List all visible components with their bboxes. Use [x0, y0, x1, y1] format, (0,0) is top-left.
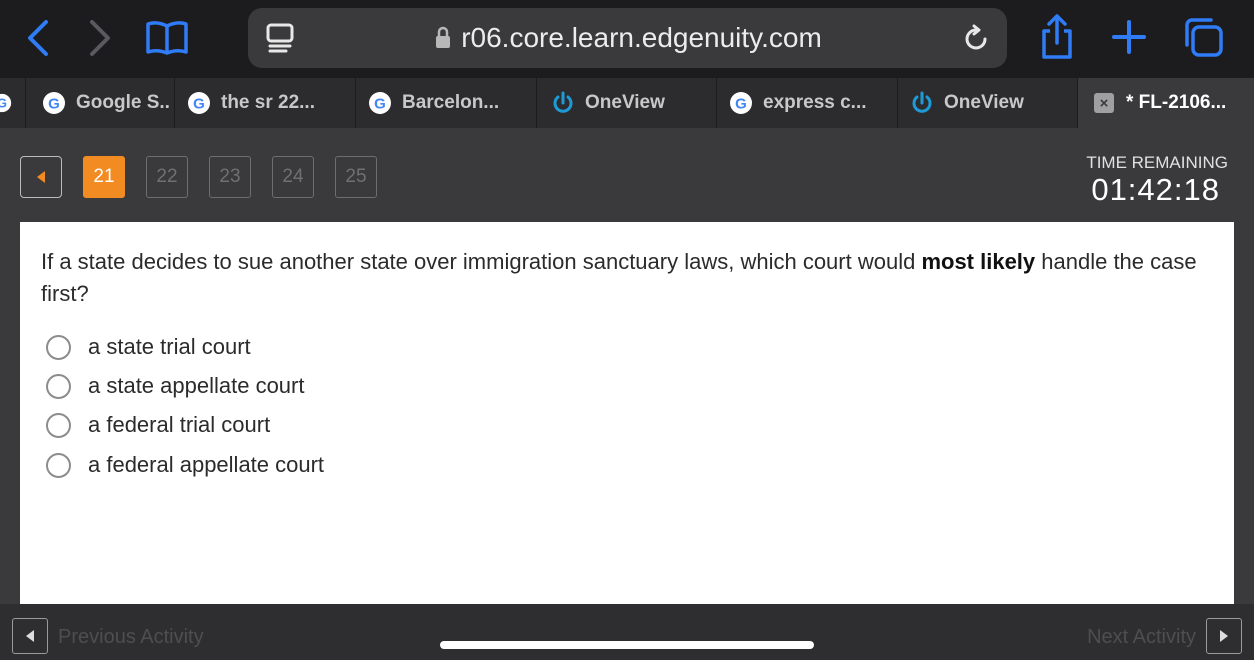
answer-choice-3[interactable]: a federal trial court — [46, 410, 270, 440]
lock-icon — [436, 26, 451, 48]
url-display[interactable]: r06.core.learn.edgenuity.com — [248, 8, 1007, 68]
tab-label: * FL-2106... — [1126, 92, 1227, 113]
plus-icon — [1112, 20, 1146, 54]
question-panel: If a state decides to sue another state … — [20, 222, 1234, 604]
question-number-24[interactable]: 24 — [272, 156, 314, 198]
google-icon: G — [729, 91, 753, 115]
reload-icon — [965, 24, 987, 50]
tab-label: express c... — [763, 92, 867, 113]
svg-text:G: G — [193, 96, 205, 113]
answer-choice-4[interactable]: a federal appellate court — [46, 450, 324, 480]
radio-button[interactable] — [46, 334, 71, 360]
share-button[interactable] — [1034, 12, 1080, 62]
question-number-25[interactable]: 25 — [335, 156, 377, 198]
book-icon — [146, 21, 188, 55]
home-indicator — [440, 641, 814, 649]
reload-button[interactable] — [959, 22, 993, 56]
address-bar[interactable]: r06.core.learn.edgenuity.com — [248, 8, 1007, 68]
google-icon: G — [368, 91, 392, 115]
answer-choice-text: a state appellate court — [88, 373, 305, 398]
radio-button[interactable] — [46, 452, 71, 478]
close-tab-icon[interactable]: × — [1094, 93, 1114, 113]
bookmarks-button[interactable] — [142, 16, 192, 60]
radio-button[interactable] — [46, 373, 71, 399]
previous-activity-button[interactable] — [12, 618, 48, 654]
tab-fl-2106[interactable]: × * FL-2106... — [1078, 78, 1254, 128]
share-icon — [1042, 14, 1072, 59]
tab-label: OneView — [944, 92, 1024, 113]
svg-text:G: G — [0, 96, 7, 111]
tabs-icon — [1185, 18, 1223, 57]
question-number-23[interactable]: 23 — [209, 156, 251, 198]
chevron-right-icon — [90, 20, 110, 56]
svg-text:G: G — [735, 96, 747, 113]
svg-text:G: G — [374, 96, 386, 113]
next-activity-button[interactable] — [1206, 618, 1242, 654]
question-text-part: If a state decides to sue another state … — [41, 249, 922, 274]
forward-button[interactable] — [80, 16, 120, 60]
browser-toolbar: r06.core.learn.edgenuity.com — [0, 0, 1254, 78]
tab-the-sr-22[interactable]: G the sr 22... — [175, 78, 356, 128]
answer-choice-text: a federal trial court — [88, 412, 271, 437]
tab-google-search[interactable]: G Google S.. — [26, 78, 175, 128]
quiz-navigation-bar: 21 22 23 24 25 TIME REMAINING 01:42:18 — [0, 128, 1254, 222]
answer-choice-2[interactable]: a state appellate court — [46, 371, 304, 401]
question-text: If a state decides to sue another state … — [41, 246, 1216, 310]
tab-label: the sr 22... — [221, 92, 315, 113]
answer-choice-text: a state trial court — [88, 334, 251, 359]
question-number-22[interactable]: 22 — [146, 156, 188, 198]
tab-oneview-1[interactable]: OneView — [537, 78, 717, 128]
previous-question-button[interactable] — [20, 156, 62, 198]
svg-text:G: G — [48, 96, 60, 113]
timer-label: TIME REMAINING — [1086, 153, 1228, 172]
chevron-left-icon — [28, 20, 48, 56]
tab-oneview-2[interactable]: OneView — [898, 78, 1078, 128]
tab-label: OneView — [585, 92, 665, 113]
activity-footer: Previous Activity Next Activity — [0, 604, 1254, 660]
tab-overview-button[interactable] — [1178, 12, 1228, 62]
tab-barcelona[interactable]: G Barcelon... — [356, 78, 537, 128]
answer-choice-1[interactable]: a state trial court — [46, 332, 251, 362]
triangle-left-icon — [26, 630, 34, 642]
power-icon — [551, 91, 575, 115]
question-emphasis: most likely — [921, 249, 1036, 274]
tab-express[interactable]: G express c... — [717, 78, 898, 128]
tab-label: Barcelon... — [402, 92, 500, 113]
triangle-left-icon — [37, 171, 45, 183]
new-tab-button[interactable] — [1106, 14, 1152, 60]
next-activity-label[interactable]: Next Activity — [1087, 626, 1196, 649]
triangle-right-icon — [1220, 630, 1228, 642]
tab-strip: G G Google S.. G the sr 22... G Barcelon… — [0, 78, 1254, 128]
question-number-21[interactable]: 21 — [83, 156, 125, 198]
previous-activity-label[interactable]: Previous Activity — [58, 626, 204, 649]
back-button[interactable] — [18, 16, 58, 60]
tab-partial[interactable]: G — [0, 78, 26, 128]
google-icon: G — [42, 91, 66, 115]
power-icon — [910, 91, 934, 115]
radio-button[interactable] — [46, 412, 71, 438]
url-text: r06.core.learn.edgenuity.com — [461, 22, 822, 53]
google-icon: G — [187, 91, 211, 115]
timer-value: 01:42:18 — [1091, 172, 1220, 207]
tab-label: Google S.. — [76, 92, 170, 113]
google-icon: G — [0, 91, 14, 115]
answer-choice-text: a federal appellate court — [88, 452, 325, 477]
